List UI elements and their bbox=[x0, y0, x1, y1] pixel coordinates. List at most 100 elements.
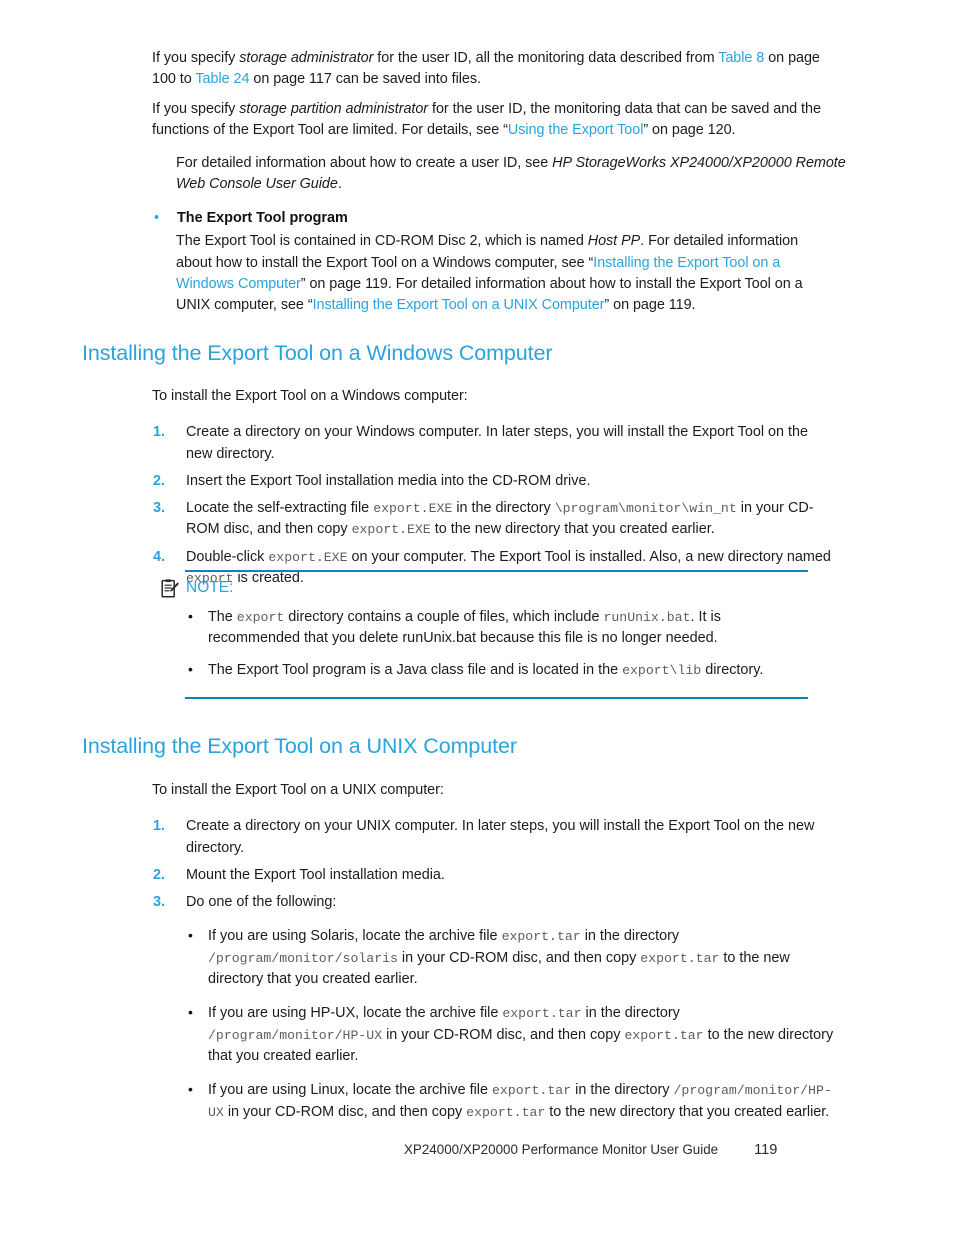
intro-p2-seg3: ” on page 120. bbox=[643, 121, 736, 138]
export-tool-bullet-item: • The Export Tool program The Export Too… bbox=[152, 208, 832, 316]
step-seg2: on your computer. The Export Tool is ins… bbox=[347, 548, 831, 565]
link-table-8[interactable]: Table 8 bbox=[718, 50, 764, 66]
bullet-icon: • bbox=[154, 210, 160, 226]
step-item: 3. Do one of the following: bbox=[152, 892, 832, 913]
code-export-dir: export bbox=[236, 610, 285, 625]
note-bullet-item: • The export directory contains a couple … bbox=[186, 607, 814, 650]
step-seg1: Locate the self-extracting file bbox=[186, 500, 374, 517]
sub-seg2: in the directory bbox=[580, 928, 680, 945]
code-export-exe-2: export.EXE bbox=[351, 522, 431, 538]
note-body: • The export directory contains a couple … bbox=[186, 607, 814, 681]
code-rununix-bat: runUnix.bat bbox=[603, 610, 691, 625]
step-number: 3. bbox=[153, 894, 166, 911]
intro-p1-seg1: If you specify bbox=[152, 50, 240, 66]
code-hpux-path: /program/monitor/HP-UX bbox=[208, 1027, 383, 1043]
code-solaris-path: /program/monitor/solaris bbox=[208, 950, 398, 966]
step-seg1: Double-click bbox=[186, 548, 269, 565]
step-text: Create a directory on your UNIX computer… bbox=[186, 818, 815, 856]
windows-section: Installing the Export Tool on a Windows … bbox=[0, 340, 954, 595]
step-number: 3. bbox=[153, 500, 166, 517]
bullet-icon: • bbox=[188, 660, 193, 677]
note-header: NOTE: bbox=[160, 579, 954, 601]
intro-p1-seg4: on page 117 can be saved into files. bbox=[249, 71, 481, 88]
unix-section-heading: Installing the Export Tool on a UNIX Com… bbox=[82, 734, 517, 758]
sub-seg4: to the new directory that you created ea… bbox=[545, 1103, 830, 1120]
step-number: 1. bbox=[153, 424, 166, 441]
intro-p2-seg1: If you specify bbox=[152, 100, 240, 117]
unix-sub-bullet-item: • If you are using HP-UX, locate the arch… bbox=[186, 1003, 842, 1067]
windows-section-heading: Installing the Export Tool on a Windows … bbox=[82, 341, 553, 365]
sub-seg3: in your CD-ROM disc, and then copy bbox=[397, 949, 641, 966]
step-number: 4. bbox=[153, 548, 166, 565]
note-bottom-rule bbox=[185, 696, 808, 699]
unix-sub-bullet-item: • If you are using Solaris, locate the ar… bbox=[186, 926, 842, 990]
bullet-icon: • bbox=[188, 608, 193, 624]
bullet-icon: • bbox=[188, 927, 193, 944]
note-clipboard-icon bbox=[160, 579, 180, 599]
unix-section: Installing the Export Tool on a UNIX Com… bbox=[0, 733, 954, 1129]
link-using-the-export-tool[interactable]: Using the Export Tool bbox=[508, 122, 644, 138]
document-page: If you specify storage administrator for… bbox=[0, 0, 954, 1235]
step-text: Do one of the following: bbox=[186, 894, 337, 911]
intro-paragraph-1: If you specify storage administrator for… bbox=[152, 48, 832, 91]
page-number: 119 bbox=[754, 1142, 778, 1158]
step-item: 2. Mount the Export Tool installation me… bbox=[152, 865, 832, 886]
intro-p3-seg2: . bbox=[337, 176, 342, 193]
code-export-tar-2: export.tar bbox=[624, 1027, 704, 1043]
export-tool-program-section: • The Export Tool program The Export Too… bbox=[0, 208, 954, 316]
code-export-tar-2: export.tar bbox=[640, 950, 720, 966]
note-label: NOTE: bbox=[186, 579, 234, 596]
intro-p1-emphasis-role: storage administrator bbox=[239, 50, 374, 66]
sub-seg3: in your CD-ROM disc, and then copy bbox=[223, 1103, 467, 1120]
sub-seg3: in your CD-ROM disc, and then copy bbox=[382, 1026, 625, 1043]
footer-inner: XP24000/XP20000 Performance Monitor User… bbox=[404, 1142, 954, 1158]
intro-p2-emphasis-role: storage partition administrator bbox=[239, 100, 429, 117]
intro-p3-seg1: For detailed information about how to cr… bbox=[176, 155, 553, 172]
sub-seg1: If you are using Solaris, locate the arc… bbox=[208, 928, 502, 945]
link-table-24[interactable]: Table 24 bbox=[195, 71, 249, 87]
sub-seg1: If you are using HP-UX, locate the archi… bbox=[208, 1005, 503, 1022]
note-bullet-list: • The export directory contains a couple … bbox=[186, 607, 814, 681]
step-text: Mount the Export Tool installation media… bbox=[186, 866, 445, 883]
intro-paragraph-2: If you specify storage partition adminis… bbox=[152, 99, 832, 142]
unix-sub-bullet-list: • If you are using Solaris, locate the ar… bbox=[186, 926, 842, 1122]
step-item: 1. Create a directory on your UNIX compu… bbox=[152, 816, 832, 859]
step-text: Create a directory on your Windows compu… bbox=[186, 424, 809, 462]
etb-seg1: The Export Tool is contained in CD-ROM D… bbox=[176, 233, 588, 250]
step-text: Insert the Export Tool installation medi… bbox=[186, 472, 591, 489]
step-seg2: in the directory bbox=[452, 500, 555, 517]
note-seg1: The Export Tool program is a Java class … bbox=[208, 661, 623, 678]
page-footer: XP24000/XP20000 Performance Monitor User… bbox=[0, 1142, 954, 1158]
step-item: 1. Create a directory on your Windows co… bbox=[152, 422, 832, 465]
step-number: 2. bbox=[153, 866, 166, 883]
code-export-lib: export\lib bbox=[622, 662, 702, 678]
step-number: 1. bbox=[153, 818, 166, 835]
sub-seg1: If you are using Linux, locate the archi… bbox=[208, 1082, 492, 1099]
note-seg2: directory contains a couple of files, wh… bbox=[284, 609, 604, 625]
note-seg2: directory. bbox=[701, 661, 764, 678]
footer-title: XP24000/XP20000 Performance Monitor User… bbox=[404, 1142, 719, 1157]
bullet-icon: • bbox=[188, 1081, 193, 1098]
etb-seg4: ” on page 119. bbox=[604, 297, 696, 314]
note-admonition: NOTE: • The export directory contains a c… bbox=[0, 570, 954, 699]
link-installing-unix[interactable]: Installing the Export Tool on a UNIX Com… bbox=[313, 297, 605, 313]
code-export-exe: export.EXE bbox=[373, 501, 453, 517]
note-top-rule bbox=[185, 570, 808, 572]
code-export-tar-2: export.tar bbox=[466, 1104, 546, 1120]
unix-sub-bullet-item: • If you are using Linux, locate the arch… bbox=[186, 1080, 842, 1123]
step-item: 3. Locate the self-extracting file export… bbox=[152, 498, 832, 541]
step-item: 2. Insert the Export Tool installation m… bbox=[152, 471, 832, 492]
intro-paragraph-3: For detailed information about how to cr… bbox=[176, 153, 848, 196]
code-export-tar: export.tar bbox=[501, 929, 581, 945]
intro-section: If you specify storage administrator for… bbox=[0, 48, 954, 204]
etb-host-pp: Host PP bbox=[587, 233, 641, 250]
sub-seg2: in the directory bbox=[571, 1082, 674, 1099]
windows-lead-in: To install the Export Tool on a Windows … bbox=[152, 388, 468, 404]
code-export-tar: export.tar bbox=[502, 1006, 582, 1022]
note-seg1: The bbox=[208, 609, 237, 625]
intro-p1-seg2: for the user ID, all the monitoring data… bbox=[373, 50, 719, 66]
note-bullet-item: • The Export Tool program is a Java class… bbox=[186, 660, 814, 681]
bullet-icon: • bbox=[188, 1004, 193, 1021]
sub-seg2: in the directory bbox=[581, 1005, 680, 1022]
export-tool-bullet-title: The Export Tool program bbox=[177, 210, 348, 226]
